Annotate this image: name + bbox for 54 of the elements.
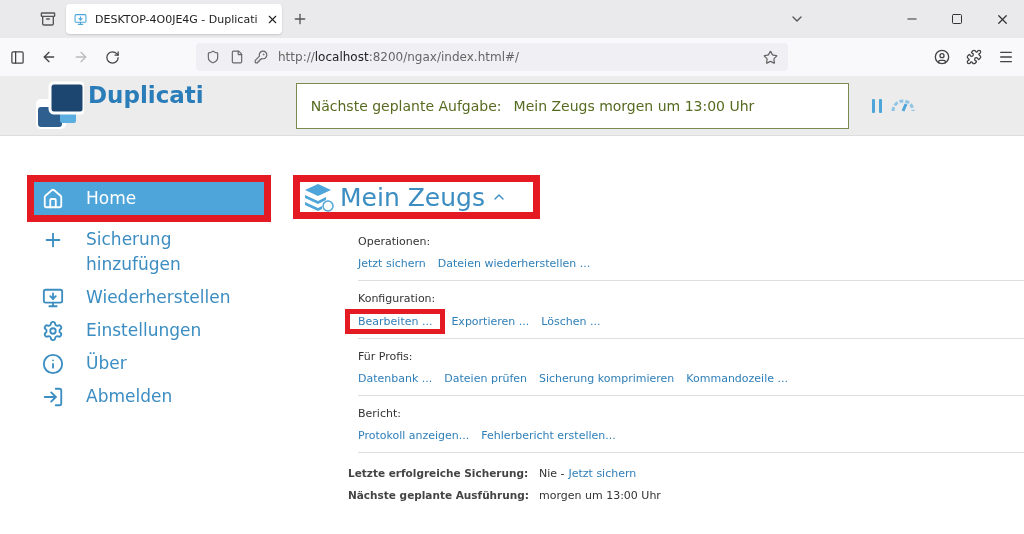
sidebar-item[interactable]: Sicherung hinzufügen [34,223,264,281]
sidebar-item[interactable]: Über [34,347,264,380]
tab-title: DESKTOP-4O0JE4G - Duplicati [95,12,258,26]
url-text: http://localhost:8200/ngax/index.html#/ [278,50,520,64]
section-heading: Konfiguration: [358,292,437,305]
info-label: Nächste geplante Ausführung: [348,489,529,502]
section-heading: Bericht: [358,407,402,420]
backup-title[interactable]: Mein Zeugs [300,182,533,212]
action-link[interactable]: Jetzt sichern [358,257,426,270]
menu-icon[interactable] [998,49,1014,65]
info-label: Letzte erfolgreiche Sicherung: [348,467,529,480]
browser-tab[interactable]: DESKTOP-4O0JE4G - Duplicati [66,4,282,34]
sidebar-icon[interactable] [10,49,25,65]
new-tab-icon[interactable] [292,11,308,27]
action-link[interactable]: Exportieren ... [451,314,530,328]
backup-now-link[interactable]: Jetzt sichern [568,467,637,480]
action-link[interactable]: Protokoll anzeigen... [358,429,470,442]
account-icon[interactable] [934,49,950,65]
settings-icon [42,320,64,342]
next-task-label: Nächste geplante Aufgabe: [310,97,502,114]
next-task-value: Mein Zeugs morgen um 13:00 Uhr [513,97,755,114]
key-icon [254,50,268,64]
shield-icon [206,50,220,64]
logo-icon [36,80,84,131]
page-icon [230,50,244,64]
sign-in-arrow-icon [42,386,64,408]
database-clock-icon [304,182,334,212]
extensions-icon[interactable] [966,49,982,65]
action-link[interactable]: Dateien wiederherstellen ... [437,257,591,270]
bookmark-star-icon[interactable] [763,49,778,65]
home-icon [42,188,64,210]
action-link[interactable]: Kommandozeile ... [686,372,788,385]
app-logo-text: Duplicati [88,82,204,108]
sidebar-item[interactable]: Home [34,182,264,215]
info-value: morgen um 13:00 Uhr [538,489,661,502]
sidebar-item[interactable]: Einstellungen [34,314,264,347]
maximize-icon[interactable] [951,13,963,25]
action-link[interactable]: Datenbank ... [358,372,433,385]
action-link[interactable]: Dateien prüfen [444,372,527,385]
action-link[interactable]: Fehlerbericht erstellen... [481,429,616,442]
action-link[interactable]: Löschen ... [541,314,601,328]
monitor-download-icon [42,287,64,309]
tab-overview-icon[interactable] [40,11,56,27]
action-link[interactable]: Sicherung komprimieren [539,372,675,385]
sidebar-item[interactable]: Abmelden [34,380,264,413]
section-heading: Operationen: [358,235,432,248]
address-bar[interactable]: http://localhost:8200/ngax/index.html#/ [196,43,788,71]
sidebar-item[interactable]: Wiederherstellen [34,281,264,314]
section-heading: Für Profis: [358,350,414,363]
back-icon[interactable] [41,49,57,65]
reload-icon[interactable] [105,49,120,65]
info-icon [42,353,64,375]
tab-favicon-icon [74,12,87,26]
info-value: Nie - [538,467,565,480]
